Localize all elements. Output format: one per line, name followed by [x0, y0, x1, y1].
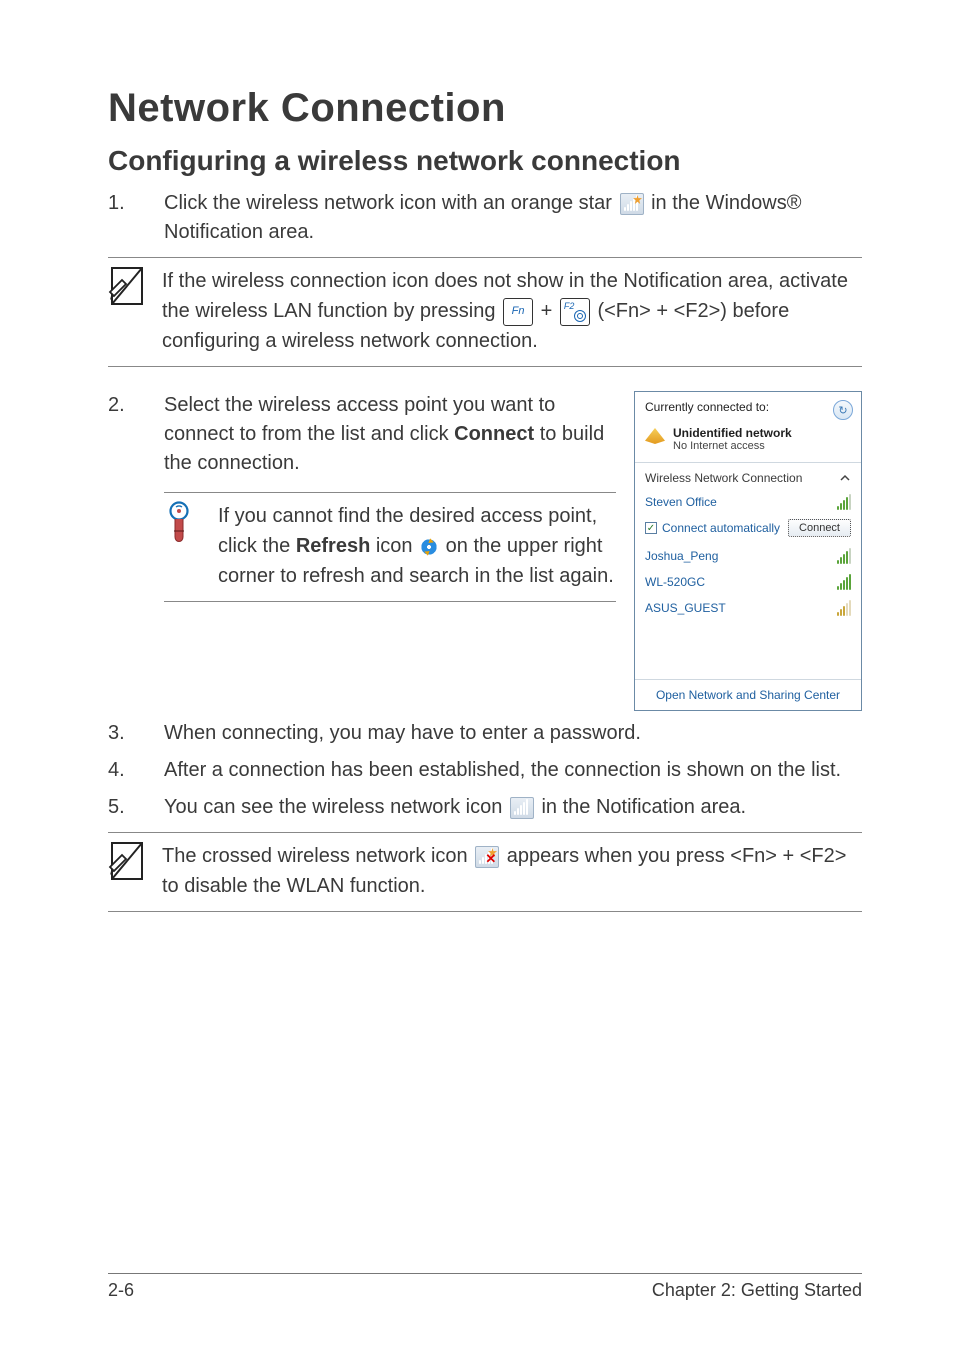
text: icon [370, 535, 418, 557]
checkbox-label: Connect automatically [662, 521, 780, 535]
step-number: 4. [108, 756, 164, 785]
text: + [541, 300, 558, 322]
signal-icon [837, 548, 851, 564]
note-box: If the wireless connection icon does not… [108, 257, 862, 367]
ap-name: Steven Office [645, 495, 717, 509]
network-name: Unidentified network [673, 426, 792, 440]
step-number: 5. [108, 793, 164, 822]
wifi-popup: Currently connected to: ↻ Unidentified n… [634, 391, 862, 711]
chapter-label: Chapter 2: Getting Started [652, 1280, 862, 1301]
wireless-disabled-icon: ✕ [475, 846, 499, 868]
note-box: The crossed wireless network icon ✕ appe… [108, 832, 862, 912]
step-2: 2. Select the wireless access point you … [108, 391, 616, 478]
signal-icon [837, 574, 851, 590]
tip-icon [164, 501, 206, 558]
network-icon [645, 428, 665, 444]
ap-name: WL-520GC [645, 575, 705, 589]
text-bold: Connect [454, 423, 534, 445]
text: Wireless Network Connection [645, 471, 802, 485]
step-text: Click the wireless network icon with an … [164, 189, 862, 247]
step-number: 3. [108, 719, 164, 748]
page-title: Network Connection [108, 86, 862, 131]
step-text: When connecting, you may have to enter a… [164, 719, 862, 748]
step-1: 1. Click the wireless network icon with … [108, 189, 862, 247]
popup-header: Currently connected to: [645, 400, 769, 414]
step-number: 2. [108, 391, 164, 478]
wireless-icon [510, 797, 534, 819]
network-status: No Internet access [673, 440, 792, 452]
fn-key-icon: Fn [503, 298, 533, 326]
note-text: The crossed wireless network icon ✕ appe… [162, 841, 862, 901]
text-bold: Refresh [296, 535, 370, 557]
access-point-row[interactable]: Joshua_Peng [635, 543, 861, 569]
wireless-icon-with-star [620, 193, 644, 215]
current-network-row: Unidentified network No Internet access [635, 426, 861, 460]
signal-icon [837, 494, 851, 510]
step-text: After a connection has been established,… [164, 756, 862, 785]
text: You can see the wireless network icon [164, 796, 508, 818]
note-icon [108, 841, 150, 892]
wireless-section-header[interactable]: Wireless Network Connection [635, 465, 861, 489]
popup-footer: Open Network and Sharing Center [635, 679, 861, 710]
step-4: 4. After a connection has been establish… [108, 756, 862, 785]
access-point-row[interactable]: WL-520GC [635, 569, 861, 595]
refresh-icon [420, 538, 438, 556]
step-text: Select the wireless access point you wan… [164, 391, 616, 478]
step-3: 3. When connecting, you may have to ente… [108, 719, 862, 748]
note-text: If the wireless connection icon does not… [162, 266, 862, 356]
text: The crossed wireless network icon [162, 845, 473, 867]
connect-controls-row: ✓ Connect automatically Connect [635, 515, 861, 543]
tip-text: If you cannot find the desired access po… [218, 501, 616, 591]
text: in the Notification area. [541, 796, 746, 818]
refresh-button[interactable]: ↻ [833, 400, 853, 420]
connect-button[interactable]: Connect [788, 519, 851, 537]
step-5: 5. You can see the wireless network icon… [108, 793, 862, 822]
page-number: 2-6 [108, 1280, 134, 1301]
connect-auto-checkbox[interactable]: ✓ [645, 522, 657, 534]
step-number: 1. [108, 189, 164, 247]
f2-key-icon: F2 [560, 298, 590, 326]
ap-name: ASUS_GUEST [645, 601, 726, 615]
page-footer: 2-6 Chapter 2: Getting Started [108, 1273, 862, 1301]
ap-name: Joshua_Peng [645, 549, 718, 563]
access-point-row[interactable]: Steven Office [635, 489, 861, 515]
note-icon [108, 266, 150, 317]
chevron-up-icon [839, 472, 851, 484]
step-text: You can see the wireless network icon in… [164, 793, 862, 822]
section-heading: Configuring a wireless network connectio… [108, 145, 862, 177]
tip-box: If you cannot find the desired access po… [164, 492, 616, 602]
text: Click the wireless network icon with an … [164, 192, 618, 214]
signal-secured-icon [837, 600, 851, 616]
open-network-center-link[interactable]: Open Network and Sharing Center [656, 688, 840, 702]
access-point-row[interactable]: ASUS_GUEST [635, 595, 861, 621]
